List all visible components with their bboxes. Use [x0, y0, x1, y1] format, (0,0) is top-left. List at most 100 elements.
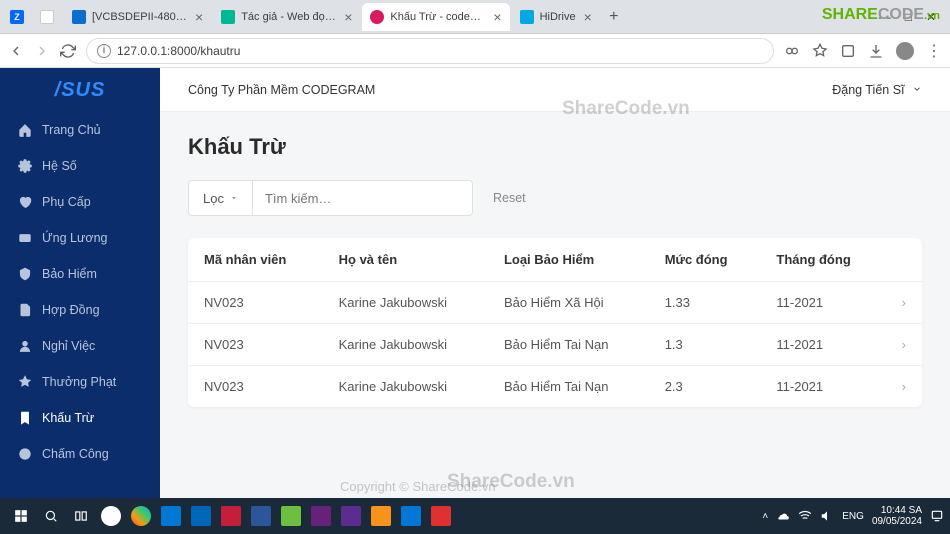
sidebar-item-label: Khấu Trừ	[42, 411, 94, 425]
sidebar-item-9[interactable]: Chấm Công	[0, 436, 160, 472]
sidebar-item-0[interactable]: Trang Chủ	[0, 112, 160, 148]
sidebar-item-1[interactable]: Hệ Số	[0, 148, 160, 184]
tab-favicon	[221, 10, 235, 24]
window-minimize-icon[interactable]: —	[879, 10, 891, 24]
sidebar-item-label: Phụ Cấp	[42, 195, 91, 209]
table-row[interactable]: NV023Karine JakubowskiBảo Hiểm Xã Hội1.3…	[188, 282, 922, 324]
tab-app[interactable]	[34, 3, 62, 31]
page-title: Khấu Trừ	[188, 134, 922, 160]
tray-expand-icon[interactable]: ˄	[762, 511, 768, 522]
bookmark-icon	[18, 411, 32, 425]
column-header: Mức đóng	[649, 238, 761, 282]
notifications-icon[interactable]	[930, 509, 944, 523]
topbar: Công Ty Phần Mềm CODEGRAM Đặng Tiến Sĩ	[160, 68, 950, 112]
reload-icon[interactable]	[60, 43, 76, 59]
table-row[interactable]: NV023Karine JakubowskiBảo Hiểm Tai Nạn2.…	[188, 366, 922, 408]
tab-2[interactable]: Khấu Trừ - codegram.pro ×	[362, 3, 509, 31]
cell-muc: 2.3	[649, 366, 761, 408]
sidebar-item-6[interactable]: Nghỉ Việc	[0, 328, 160, 364]
tab-1[interactable]: Tác giả - Web đọc truyện ×	[213, 3, 360, 31]
taskbar-app[interactable]	[156, 501, 186, 531]
taskbar-app[interactable]	[186, 501, 216, 531]
bookmark-star-icon[interactable]	[812, 43, 828, 59]
tab-3[interactable]: HiDrive ×	[512, 3, 600, 31]
sidebar-menu: Trang Chủ Hệ Số Phụ Cấp Ứng Lương Bảo Hiểm Hợ…	[0, 112, 160, 498]
download-icon[interactable]	[868, 43, 884, 59]
taskbar-app[interactable]	[306, 501, 336, 531]
search-icon[interactable]	[36, 501, 66, 531]
caret-down-icon	[230, 194, 238, 202]
language-indicator[interactable]: ENG	[842, 511, 864, 522]
taskbar-app[interactable]	[246, 501, 276, 531]
taskbar-app[interactable]	[126, 501, 156, 531]
sidebar-item-5[interactable]: Hợp Đồng	[0, 292, 160, 328]
close-icon[interactable]: ×	[584, 9, 592, 25]
onedrive-icon[interactable]	[776, 509, 790, 523]
sidebar-item-2[interactable]: Phụ Cấp	[0, 184, 160, 220]
close-icon[interactable]: ×	[344, 9, 352, 25]
sidebar-item-label: Trang Chủ	[42, 123, 101, 137]
sidebar-item-label: Hệ Số	[42, 159, 77, 173]
sidebar-item-3[interactable]: Ứng Lương	[0, 220, 160, 256]
taskbar-app[interactable]	[96, 501, 126, 531]
taskbar-app[interactable]	[426, 501, 456, 531]
filter-button[interactable]: Lọc	[188, 180, 253, 216]
gear-icon	[18, 159, 32, 173]
url-input[interactable]: i 127.0.0.1:8000/khautru	[86, 38, 774, 64]
cell-thang: 11-2021	[760, 324, 885, 366]
task-view-icon[interactable]	[66, 501, 96, 531]
star-icon	[18, 375, 32, 389]
cell-loai: Bảo Hiểm Tai Nạn	[488, 366, 649, 408]
url-text: 127.0.0.1:8000/khautru	[117, 44, 240, 58]
column-header: Tháng đóng	[760, 238, 885, 282]
table-row[interactable]: NV023Karine JakubowskiBảo Hiểm Tai Nạn1.…	[188, 324, 922, 366]
start-button[interactable]	[6, 501, 36, 531]
tab-zalo[interactable]: Z	[4, 3, 32, 31]
cell-loai: Bảo Hiểm Tai Nạn	[488, 324, 649, 366]
wifi-icon[interactable]	[798, 509, 812, 523]
link-icon[interactable]	[784, 43, 800, 59]
reset-link[interactable]: Reset	[493, 191, 526, 205]
browser-tabs-bar: Z [VCBSDEPII-4802] 3.2. Xử lý gán × Tác …	[0, 0, 950, 34]
volume-icon[interactable]	[820, 509, 834, 523]
sidebar-item-8[interactable]: Khấu Trừ	[0, 400, 160, 436]
taskbar-app[interactable]	[366, 501, 396, 531]
user-icon	[18, 339, 32, 353]
chevron-down-icon	[912, 84, 922, 94]
back-icon[interactable]	[8, 43, 24, 59]
sidebar-item-label: Nghỉ Việc	[42, 339, 95, 353]
tab-title: [VCBSDEPII-4802] 3.2. Xử lý gán	[92, 11, 187, 23]
forward-icon[interactable]	[34, 43, 50, 59]
cell-ten: Karine Jakubowski	[323, 282, 488, 324]
extension-icon[interactable]	[840, 43, 856, 59]
taskbar-app[interactable]	[336, 501, 366, 531]
new-tab-button[interactable]: +	[602, 8, 626, 26]
app-container: /SUS Trang ChủHệ SốPhụ CấpỨng LươngBảo H…	[0, 68, 950, 498]
window-maximize-icon[interactable]: □	[905, 10, 912, 24]
windows-taskbar: ˄ ENG 10:44 SA 09/05/2024	[0, 498, 950, 534]
column-header: Loại Bảo Hiểm	[488, 238, 649, 282]
cell-ma: NV023	[188, 324, 323, 366]
chevron-right-icon[interactable]: ›	[886, 324, 922, 366]
search-input[interactable]	[253, 180, 473, 216]
close-icon[interactable]: ×	[195, 9, 203, 25]
window-close-icon[interactable]: ✕	[926, 10, 936, 24]
user-menu[interactable]: Đặng Tiến Sĩ	[832, 83, 922, 97]
taskbar-app[interactable]	[216, 501, 246, 531]
chevron-right-icon[interactable]: ›	[886, 282, 922, 324]
tab-0[interactable]: [VCBSDEPII-4802] 3.2. Xử lý gán ×	[64, 3, 211, 31]
sidebar-item-4[interactable]: Bảo Hiểm	[0, 256, 160, 292]
taskbar-app[interactable]	[276, 501, 306, 531]
sidebar-item-7[interactable]: Thưởng Phạt	[0, 364, 160, 400]
wallet-icon	[18, 231, 32, 245]
site-info-icon[interactable]: i	[97, 44, 111, 58]
system-clock[interactable]: 10:44 SA 09/05/2024	[872, 505, 922, 527]
address-bar: i 127.0.0.1:8000/khautru ⋮	[0, 34, 950, 68]
heart-icon	[18, 195, 32, 209]
close-icon[interactable]: ×	[493, 9, 501, 25]
sidebar-item-label: Bảo Hiểm	[42, 267, 97, 281]
browser-menu-icon[interactable]: ⋮	[926, 41, 942, 61]
chevron-right-icon[interactable]: ›	[886, 366, 922, 408]
taskbar-app[interactable]	[396, 501, 426, 531]
profile-avatar[interactable]	[896, 42, 914, 60]
